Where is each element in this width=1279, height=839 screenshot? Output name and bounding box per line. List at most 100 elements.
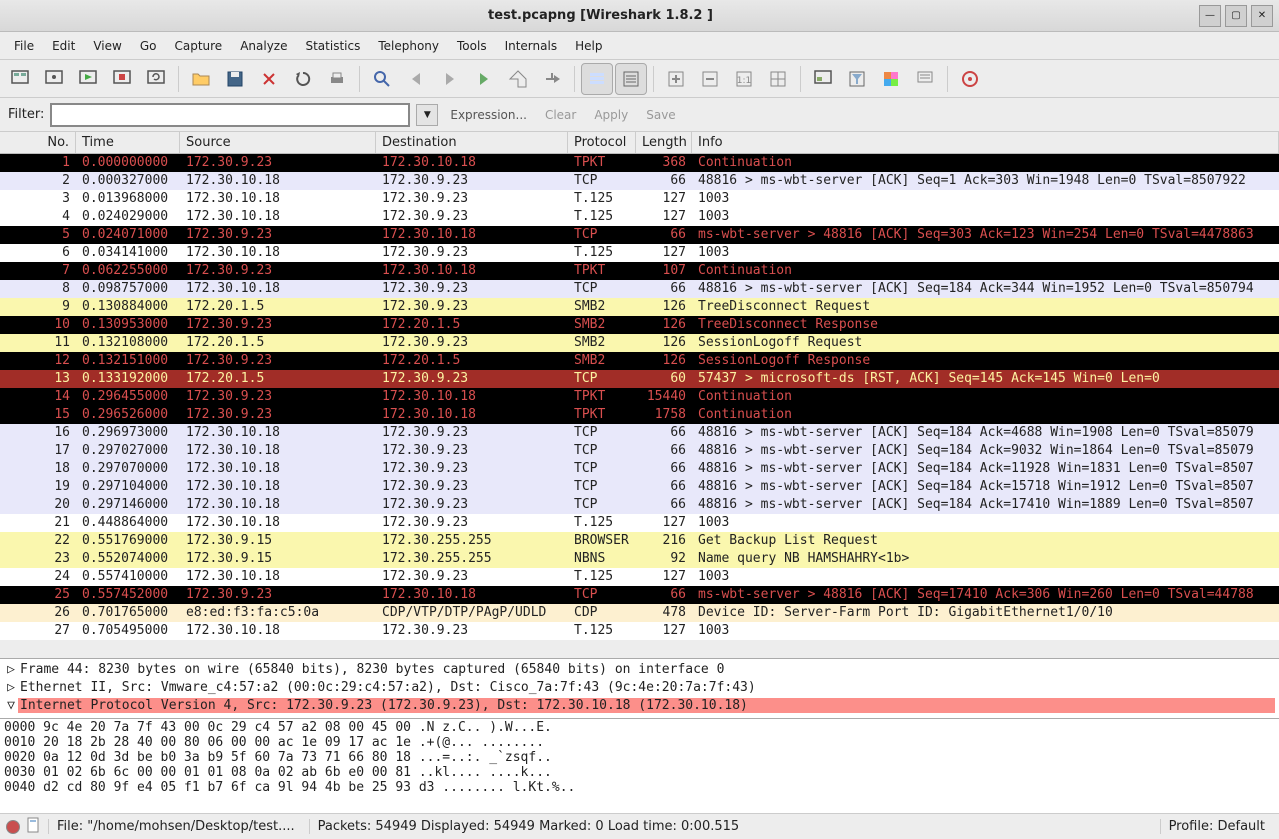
display-filters-icon[interactable] xyxy=(841,63,873,95)
restart-capture-icon[interactable] xyxy=(140,63,172,95)
packet-row[interactable]: 210.448864000172.30.10.18172.30.9.23T.12… xyxy=(0,514,1279,532)
close-file-icon[interactable] xyxy=(253,63,285,95)
packet-row[interactable]: 70.062255000172.30.9.23172.30.10.18TPKT1… xyxy=(0,262,1279,280)
auto-scroll-icon[interactable] xyxy=(615,63,647,95)
save-file-icon[interactable] xyxy=(219,63,251,95)
hex-line[interactable]: 0020 0a 12 0d 3d be b0 3a b9 5f 60 7a 73… xyxy=(4,750,1275,765)
find-icon[interactable] xyxy=(366,63,398,95)
zoom-in-icon[interactable] xyxy=(660,63,692,95)
col-length[interactable]: Length xyxy=(636,132,692,153)
expression-button[interactable]: Expression... xyxy=(444,106,533,124)
menu-help[interactable]: Help xyxy=(567,35,610,57)
print-icon[interactable] xyxy=(321,63,353,95)
col-no[interactable]: No. xyxy=(0,132,76,153)
menu-telephony[interactable]: Telephony xyxy=(370,35,447,57)
stop-capture-icon[interactable] xyxy=(106,63,138,95)
tree-row[interactable]: ▷Frame 44: 8230 bytes on wire (65840 bit… xyxy=(4,660,1275,678)
filter-input[interactable] xyxy=(50,103,410,127)
capture-file-icon[interactable] xyxy=(26,817,42,837)
save-filter-button[interactable]: Save xyxy=(640,106,681,124)
packet-row[interactable]: 260.701765000e8:ed:f3:fa:c5:0aCDP/VTP/DT… xyxy=(0,604,1279,622)
packet-bytes-pane[interactable]: 0000 9c 4e 20 7a 7f 43 00 0c 29 c4 57 a2… xyxy=(0,719,1279,813)
packet-details-pane[interactable]: ▷Frame 44: 8230 bytes on wire (65840 bit… xyxy=(0,659,1279,719)
maximize-button[interactable]: ▢ xyxy=(1225,5,1247,27)
expert-info-icon[interactable] xyxy=(6,820,20,834)
menu-capture[interactable]: Capture xyxy=(166,35,230,57)
packet-rows[interactable]: 10.000000000172.30.9.23172.30.10.18TPKT3… xyxy=(0,154,1279,658)
menu-file[interactable]: File xyxy=(6,35,42,57)
reload-icon[interactable] xyxy=(287,63,319,95)
col-protocol[interactable]: Protocol xyxy=(568,132,636,153)
zoom-out-icon[interactable] xyxy=(694,63,726,95)
start-capture-icon[interactable] xyxy=(72,63,104,95)
go-to-packet-icon[interactable] xyxy=(468,63,500,95)
tree-row[interactable]: ▽Internet Protocol Version 4, Src: 172.3… xyxy=(4,696,1275,714)
packet-row[interactable]: 20.000327000172.30.10.18172.30.9.23TCP66… xyxy=(0,172,1279,190)
packet-row[interactable]: 230.552074000172.30.9.15172.30.255.255NB… xyxy=(0,550,1279,568)
menu-analyze[interactable]: Analyze xyxy=(232,35,295,57)
menu-tools[interactable]: Tools xyxy=(449,35,495,57)
packet-row[interactable]: 240.557410000172.30.10.18172.30.9.23T.12… xyxy=(0,568,1279,586)
go-first-icon[interactable] xyxy=(502,63,534,95)
packet-row[interactable]: 80.098757000172.30.10.18172.30.9.23TCP66… xyxy=(0,280,1279,298)
resize-columns-icon[interactable] xyxy=(762,63,794,95)
packet-row[interactable]: 220.551769000172.30.9.15172.30.255.255BR… xyxy=(0,532,1279,550)
packet-row[interactable]: 60.034141000172.30.10.18172.30.9.23T.125… xyxy=(0,244,1279,262)
minimize-button[interactable]: — xyxy=(1199,5,1221,27)
help-icon[interactable] xyxy=(954,63,986,95)
tree-expander-icon[interactable]: ▷ xyxy=(4,662,18,677)
zoom-reset-icon[interactable]: 1:1 xyxy=(728,63,760,95)
packet-row[interactable]: 140.296455000172.30.9.23172.30.10.18TPKT… xyxy=(0,388,1279,406)
packet-row[interactable]: 120.132151000172.30.9.23172.20.1.5SMB212… xyxy=(0,352,1279,370)
hex-line[interactable]: 0000 9c 4e 20 7a 7f 43 00 0c 29 c4 57 a2… xyxy=(4,720,1275,735)
packet-row[interactable]: 160.296973000172.30.10.18172.30.9.23TCP6… xyxy=(0,424,1279,442)
packet-row[interactable]: 30.013968000172.30.10.18172.30.9.23T.125… xyxy=(0,190,1279,208)
go-forward-icon[interactable] xyxy=(434,63,466,95)
packet-row[interactable]: 110.132108000172.20.1.5172.30.9.23SMB212… xyxy=(0,334,1279,352)
col-source[interactable]: Source xyxy=(180,132,376,153)
capture-filters-icon[interactable] xyxy=(807,63,839,95)
packet-row[interactable]: 200.297146000172.30.10.18172.30.9.23TCP6… xyxy=(0,496,1279,514)
packet-row[interactable]: 250.557452000172.30.9.23172.30.10.18TCP6… xyxy=(0,586,1279,604)
status-profile[interactable]: Profile: Default xyxy=(1160,819,1273,834)
packet-row[interactable]: 90.130884000172.20.1.5172.30.9.23SMB2126… xyxy=(0,298,1279,316)
hex-line[interactable]: 0030 01 02 6b 6c 00 00 01 01 08 0a 02 ab… xyxy=(4,765,1275,780)
packet-row[interactable]: 50.024071000172.30.9.23172.30.10.18TCP66… xyxy=(0,226,1279,244)
menu-go[interactable]: Go xyxy=(132,35,165,57)
packet-row[interactable]: 40.024029000172.30.10.18172.30.9.23T.125… xyxy=(0,208,1279,226)
col-time[interactable]: Time xyxy=(76,132,180,153)
apply-button[interactable]: Apply xyxy=(588,106,634,124)
packet-row[interactable]: 130.133192000172.20.1.5172.30.9.23TCP605… xyxy=(0,370,1279,388)
packet-row[interactable]: 150.296526000172.30.9.23172.30.10.18TPKT… xyxy=(0,406,1279,424)
coloring-rules-icon[interactable] xyxy=(875,63,907,95)
menu-edit[interactable]: Edit xyxy=(44,35,83,57)
packet-list-pane: No. Time Source Destination Protocol Len… xyxy=(0,132,1279,659)
menu-statistics[interactable]: Statistics xyxy=(297,35,368,57)
options-icon[interactable] xyxy=(38,63,70,95)
preferences-icon[interactable] xyxy=(909,63,941,95)
colorize-icon[interactable] xyxy=(581,63,613,95)
filter-dropdown[interactable]: ▼ xyxy=(416,104,438,126)
packet-row[interactable]: 170.297027000172.30.10.18172.30.9.23TCP6… xyxy=(0,442,1279,460)
packet-row[interactable]: 190.297104000172.30.10.18172.30.9.23TCP6… xyxy=(0,478,1279,496)
menu-internals[interactable]: Internals xyxy=(497,35,566,57)
tree-expander-icon[interactable]: ▽ xyxy=(4,698,18,713)
hex-line[interactable]: 0040 d2 cd 80 9f e4 05 f1 b7 6f ca 9l 94… xyxy=(4,780,1275,795)
close-button[interactable]: ✕ xyxy=(1251,5,1273,27)
tree-row[interactable]: ▷Ethernet II, Src: Vmware_c4:57:a2 (00:0… xyxy=(4,678,1275,696)
packet-row[interactable]: 270.705495000172.30.10.18172.30.9.23T.12… xyxy=(0,622,1279,640)
go-last-icon[interactable] xyxy=(536,63,568,95)
clear-button[interactable]: Clear xyxy=(539,106,582,124)
packet-row[interactable]: 180.297070000172.30.10.18172.30.9.23TCP6… xyxy=(0,460,1279,478)
col-destination[interactable]: Destination xyxy=(376,132,568,153)
interfaces-icon[interactable] xyxy=(4,63,36,95)
packet-row[interactable]: 10.000000000172.30.9.23172.30.10.18TPKT3… xyxy=(0,154,1279,172)
menu-view[interactable]: View xyxy=(85,35,129,57)
col-info[interactable]: Info xyxy=(692,132,1279,153)
open-file-icon[interactable] xyxy=(185,63,217,95)
statusbar: File: "/home/mohsen/Desktop/test.... Pac… xyxy=(0,813,1279,839)
hex-line[interactable]: 0010 20 18 2b 28 40 00 80 06 00 00 ac 1e… xyxy=(4,735,1275,750)
go-back-icon[interactable] xyxy=(400,63,432,95)
tree-expander-icon[interactable]: ▷ xyxy=(4,680,18,695)
packet-row[interactable]: 100.130953000172.30.9.23172.20.1.5SMB212… xyxy=(0,316,1279,334)
